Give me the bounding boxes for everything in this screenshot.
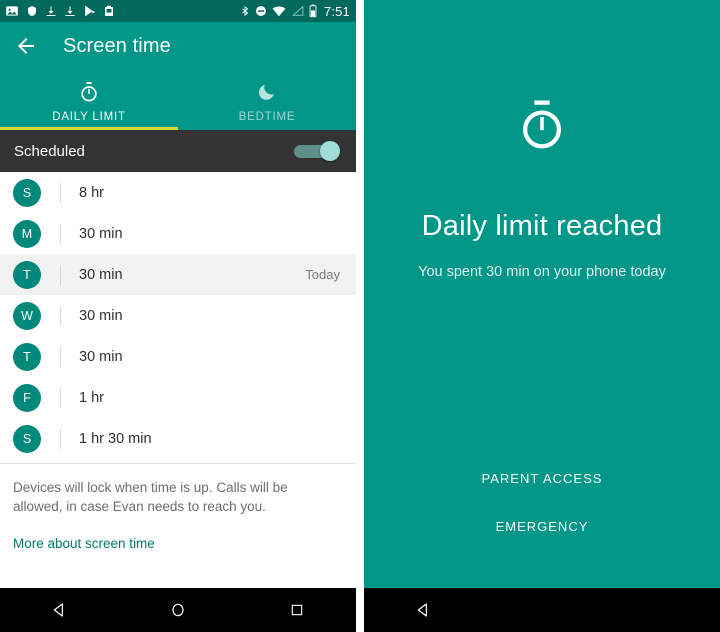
play-store-icon [85,5,95,17]
more-about-screen-time-link[interactable]: More about screen time [13,536,155,551]
schedule-list: S 8 hr M 30 min T 30 min Today W 30 min [0,172,356,459]
toggle-thumb [320,141,340,161]
row-divider [60,346,61,367]
navigation-bar [0,588,356,632]
nav-recents-button[interactable] [237,603,356,617]
table-row[interactable]: S 1 hr 30 min [0,418,356,459]
lock-actions: PARENT ACCESS EMERGENCY [364,471,720,534]
navigation-bar [364,588,720,632]
nav-back-icon [418,603,428,617]
table-row[interactable]: M 30 min [0,213,356,254]
row-time: 30 min [79,307,123,324]
row-divider [60,387,61,408]
row-time: 30 min [79,266,123,283]
avatar: T [13,342,41,371]
table-row[interactable]: F 1 hr [0,377,356,418]
status-bar-left-icons [5,4,115,18]
row-time: 30 min [79,225,123,242]
nav-back-icon [54,603,64,617]
table-row[interactable]: T 30 min [0,336,356,377]
avatar: S [13,424,41,453]
row-time: 1 hr [79,389,104,406]
signal-icon [291,5,304,16]
settings-screen: 7:51 Screen time DAILY LIMIT BEDTIME Sch… [0,0,356,632]
nav-back-button[interactable] [0,602,119,618]
row-divider [60,428,61,449]
scheduled-bar: Scheduled [0,130,356,172]
screen-gap [356,0,364,632]
clipboard-icon [105,5,113,16]
row-time: 1 hr 30 min [79,430,152,447]
download-icon [65,6,75,16]
avatar: T [13,260,41,289]
status-bar-clock: 7:51 [323,3,350,19]
tab-label-daily-limit: DAILY LIMIT [52,110,126,123]
wifi-icon [272,6,286,17]
table-row[interactable]: S 8 hr [0,172,356,213]
row-divider [60,305,61,326]
screens-container: 7:51 Screen time DAILY LIMIT BEDTIME Sch… [0,0,720,632]
row-time: 8 hr [79,184,104,201]
image-icon [6,6,18,16]
shield-icon [28,6,36,16]
avatar: W [13,301,41,330]
daily-limit-reached-panel: Daily limit reached You spent 30 min on … [364,0,720,588]
stopwatch-icon [515,98,569,157]
row-divider [60,264,61,285]
back-arrow-icon[interactable] [14,34,38,58]
row-note: Today [305,267,340,282]
parent-access-button[interactable]: PARENT ACCESS [482,471,603,486]
status-bar: 7:51 [0,0,356,22]
tab-bedtime[interactable]: BEDTIME [178,70,356,130]
download-icon [46,6,56,16]
tab-label-bedtime: BEDTIME [238,110,296,123]
page-title: Screen time [63,34,171,57]
status-bar-right-icons: 7:51 [240,4,350,19]
scheduled-toggle[interactable] [294,141,340,161]
tab-daily-limit[interactable]: DAILY LIMIT [0,70,178,130]
tab-indicator [0,127,178,130]
table-row[interactable]: W 30 min [0,295,356,336]
avatar: S [13,178,41,207]
avatar: M [13,219,41,248]
nav-home-icon [172,603,184,617]
avatar: F [13,383,41,412]
nav-home-button[interactable] [119,602,238,618]
battery-icon [309,4,317,18]
app-bar: Screen time [0,22,356,70]
tab-bar: DAILY LIMIT BEDTIME [0,70,356,130]
scheduled-label: Scheduled [14,142,85,160]
stopwatch-icon [78,80,100,104]
nav-recents-icon [291,604,302,616]
emergency-button[interactable]: EMERGENCY [496,519,589,534]
footer-description: Devices will lock when time is up. Calls… [13,480,288,514]
lock-screen: Daily limit reached You spent 30 min on … [364,0,720,632]
row-time: 30 min [79,348,123,365]
lock-subtitle: You spent 30 min on your phone today [418,264,666,280]
footer: Devices will lock when time is up. Calls… [0,464,356,553]
table-row[interactable]: T 30 min Today [0,254,356,295]
moon-icon [257,80,277,104]
nav-back-button[interactable] [364,602,483,618]
lock-title: Daily limit reached [421,210,663,242]
row-divider [60,223,61,244]
row-divider [60,182,61,203]
bluetooth-icon [242,5,249,17]
do-not-disturb-icon [255,6,266,16]
